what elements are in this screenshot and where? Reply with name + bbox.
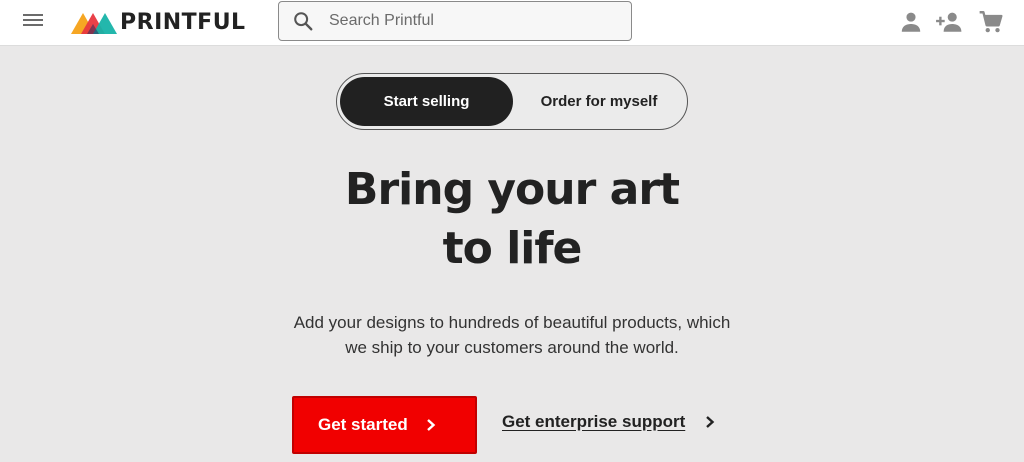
- hero-title: Bring your art to life: [262, 160, 762, 278]
- toggle-start-selling[interactable]: Start selling: [340, 77, 513, 126]
- hero-title-line-2: to life: [442, 223, 583, 274]
- add-user-icon[interactable]: [935, 9, 963, 35]
- hero-title-line-1: Bring your art: [344, 164, 680, 215]
- toggle-order-for-myself[interactable]: Order for myself: [513, 77, 685, 126]
- logo-text: PRINTFUL: [120, 9, 246, 35]
- get-started-label: Get started: [318, 415, 408, 434]
- hero-subtitle-line-1: Add your designs to hundreds of beautifu…: [293, 313, 731, 332]
- chevron-right-icon: [426, 419, 436, 431]
- logo-mark-icon: [71, 13, 117, 34]
- get-started-button[interactable]: Get started: [292, 396, 477, 454]
- printful-logo[interactable]: PRINTFUL: [71, 7, 246, 37]
- search-bar[interactable]: [278, 1, 632, 41]
- hero-subtitle-line-2: we ship to your customers around the wor…: [345, 338, 679, 357]
- enterprise-support-link[interactable]: Get enterprise support: [502, 412, 715, 432]
- cart-icon[interactable]: [978, 9, 1004, 35]
- search-icon[interactable]: [292, 10, 314, 32]
- account-icon[interactable]: [898, 9, 924, 35]
- hero-subtitle: Add your designs to hundreds of beautifu…: [262, 310, 762, 360]
- search-input[interactable]: [329, 12, 609, 30]
- top-header: PRINTFUL: [0, 0, 1024, 46]
- selling-mode-toggle: Start selling Order for myself: [336, 73, 688, 130]
- hamburger-menu-icon[interactable]: [21, 12, 45, 32]
- enterprise-support-label: Get enterprise support: [502, 412, 686, 431]
- chevron-right-icon: [706, 416, 715, 428]
